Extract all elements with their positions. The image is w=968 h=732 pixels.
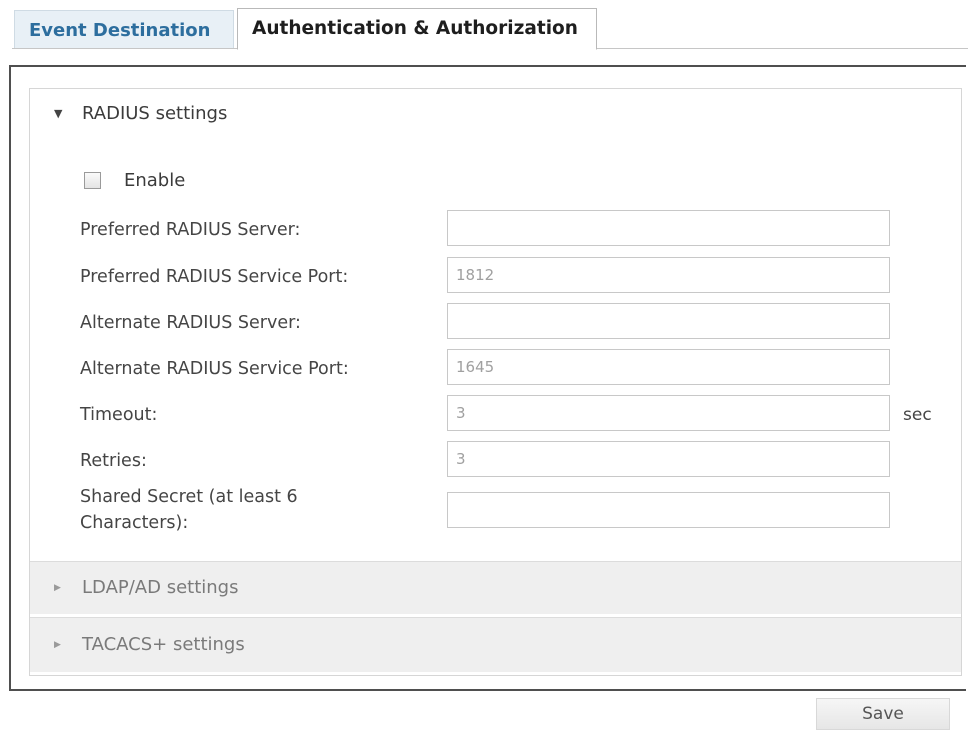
preferred-radius-server-label: Preferred RADIUS Server: [80,220,301,240]
timeout-input[interactable] [447,395,890,431]
tacacs-settings-title: TACACS+ settings [82,634,245,655]
save-button[interactable]: Save [816,698,950,730]
triangle-down-icon: ▼ [54,107,63,120]
enable-label: Enable [124,170,186,191]
timeout-unit-label: sec [903,405,932,425]
shared-secret-input[interactable] [447,492,890,528]
triangle-right-icon: ▶ [54,583,61,593]
alternate-radius-server-input[interactable] [447,303,890,339]
shared-secret-label: Shared Secret (at least 6 Characters): [80,487,298,533]
settings-accordion: ▼ RADIUS settings Enable Preferred RADIU… [29,88,962,676]
tab-event-destination[interactable]: Event Destination [14,10,234,48]
ldap-settings-title: LDAP/AD settings [82,577,239,598]
alternate-radius-server-label: Alternate RADIUS Server: [80,313,301,333]
ldap-settings-header[interactable]: ▶ LDAP/AD settings [30,561,961,614]
preferred-radius-port-label: Preferred RADIUS Service Port: [80,267,349,287]
preferred-radius-server-input[interactable] [447,210,890,246]
radius-settings-title: RADIUS settings [82,103,228,124]
triangle-right-icon: ▶ [54,640,61,650]
preferred-radius-port-input[interactable] [447,257,890,293]
alternate-radius-port-input[interactable] [447,349,890,385]
alternate-radius-port-label: Alternate RADIUS Service Port: [80,359,349,379]
tacacs-settings-header[interactable]: ▶ TACACS+ settings [30,617,961,672]
retries-input[interactable] [447,441,890,477]
retries-label: Retries: [80,451,147,471]
tab-strip: Event Destination Authentication & Autho… [0,0,968,56]
tab-content-panel: ▼ RADIUS settings Enable Preferred RADIU… [9,65,966,691]
enable-checkbox[interactable] [84,172,101,189]
timeout-label: Timeout: [80,405,158,425]
tab-authentication-authorization[interactable]: Authentication & Authorization [237,8,597,50]
radius-settings-header[interactable]: ▼ RADIUS settings [30,89,961,139]
